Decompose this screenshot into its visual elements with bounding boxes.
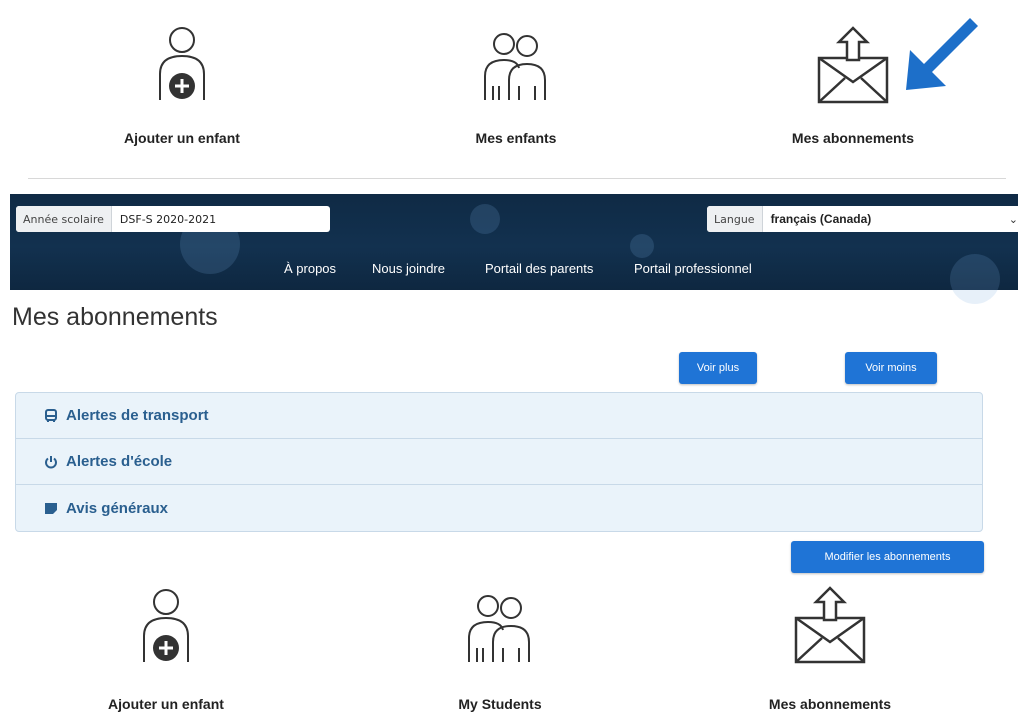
tile-label: Mes enfants <box>475 130 557 146</box>
tile-my-students-bottom[interactable]: My Students <box>380 586 620 712</box>
portal-header: Année scolaire DSF-S 2020-2021 Langue fr… <box>10 194 1018 304</box>
language-label: Langue <box>707 206 763 232</box>
pointer-arrow-icon <box>906 18 978 90</box>
chevron-down-icon: ⌄ <box>1008 212 1018 226</box>
accordion-label: Avis généraux <box>66 499 168 517</box>
nav-link-parent-portal[interactable]: Portail des parents <box>485 261 593 276</box>
envelope-upload-icon <box>794 586 866 664</box>
tile-label: Ajouter un enfant <box>124 130 240 146</box>
language-value: français (Canada) <box>770 212 872 226</box>
bus-icon <box>42 408 60 423</box>
accordion-item-school[interactable]: Alertes d'école <box>16 439 982 485</box>
tile-label: My Students <box>458 696 542 712</box>
school-year-selector[interactable]: Année scolaire DSF-S 2020-2021 <box>16 206 330 232</box>
power-icon <box>42 455 60 469</box>
modify-subscriptions-button[interactable]: Modifier les abonnements <box>791 541 984 573</box>
tile-my-children-top[interactable]: Mes enfants <box>396 24 636 146</box>
page-title: Mes abonnements <box>12 303 218 331</box>
accordion-item-transport[interactable]: Alertes de transport <box>16 393 982 439</box>
tile-add-child-bottom[interactable]: Ajouter un enfant <box>46 586 286 712</box>
see-more-button[interactable]: Voir plus <box>679 352 757 384</box>
accordion-label: Alertes d'école <box>66 453 173 470</box>
envelope-upload-icon <box>817 26 889 104</box>
accordion-item-general[interactable]: Avis généraux <box>16 485 982 531</box>
tile-label: Mes abonnements <box>791 130 915 146</box>
separator <box>28 178 1006 179</box>
school-year-label: Année scolaire <box>16 206 112 232</box>
nav-link-about[interactable]: À propos <box>284 261 336 276</box>
add-child-icon <box>159 27 205 100</box>
language-select[interactable]: Langue français (Canada) ⌄ <box>707 206 1018 232</box>
add-child-icon <box>143 589 189 662</box>
school-year-value: DSF-S 2020-2021 <box>119 212 217 226</box>
see-less-button[interactable]: Voir moins <box>845 352 937 384</box>
tile-label: Ajouter un enfant <box>108 696 224 712</box>
accordion-label: Alertes de transport <box>66 407 209 424</box>
nav-link-professional-portal[interactable]: Portail professionnel <box>634 261 752 276</box>
children-icon <box>484 33 546 100</box>
tile-add-child-top[interactable]: Ajouter un enfant <box>62 24 302 146</box>
notes-icon <box>42 501 60 515</box>
tile-subscriptions-bottom[interactable]: Mes abonnements <box>710 584 950 712</box>
nav-link-contact[interactable]: Nous joindre <box>372 261 445 276</box>
tile-label: Mes abonnements <box>768 696 892 712</box>
subscriptions-accordion: Alertes de transport Alertes d'école Avi… <box>15 392 983 532</box>
children-icon <box>468 595 530 662</box>
